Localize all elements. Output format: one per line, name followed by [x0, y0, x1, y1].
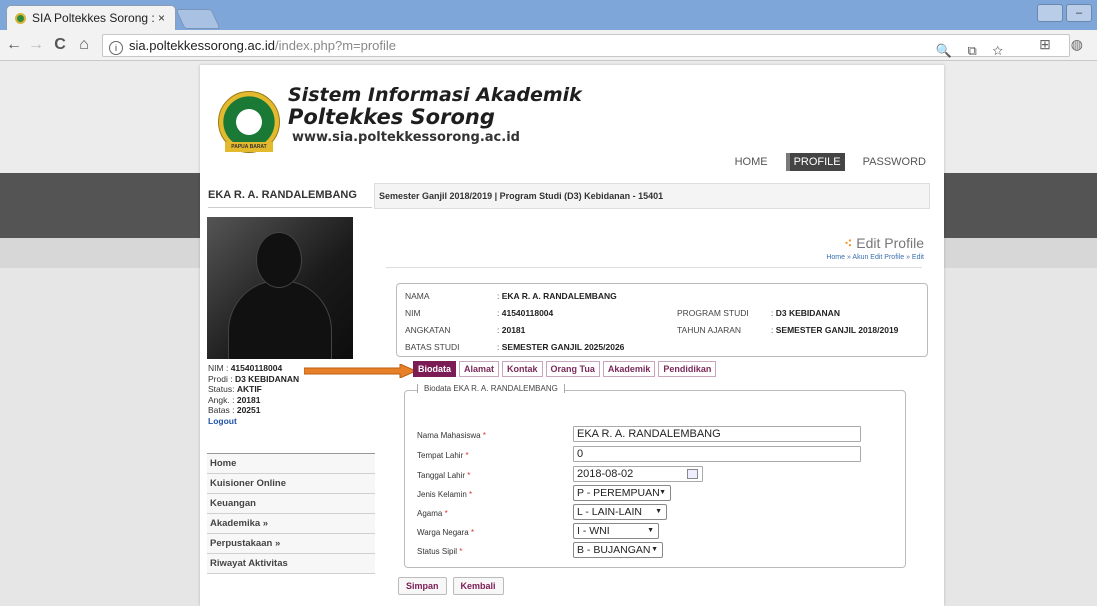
label-jk: Jenis Kelamin * [417, 490, 473, 499]
student-info-box: NAMA : EKA R. A. RANDALEMBANG NIM : 4154… [396, 283, 928, 357]
label-agama: Agama * [417, 509, 448, 518]
window-minimize-button[interactable]: – [1066, 4, 1092, 22]
form-buttons: Simpan Kembali [398, 577, 510, 595]
browser-toolbar: ← → C ⌂ i sia.poltekkessorong.ac.id/index… [0, 30, 1097, 61]
poltekkes-emblem-icon: PAPUA BARAT [218, 91, 280, 153]
tab-biodata[interactable]: Biodata [413, 361, 457, 377]
info-batas: BATAS STUDI [405, 342, 460, 352]
info-angkatan: ANGKATAN [405, 325, 451, 335]
reload-icon[interactable]: C [50, 36, 70, 54]
site-subtitle: Poltekkes Sorong [288, 105, 495, 129]
dropdown-arrow-icon: ▼ [659, 489, 666, 496]
tab-akademik[interactable]: Akademik [602, 361, 656, 377]
logout-link[interactable]: Logout [208, 416, 299, 427]
tab-orang-tua[interactable]: Orang Tua [545, 361, 600, 377]
sidebar-item-kuisioner[interactable]: Kuisioner Online [207, 473, 375, 493]
browser-tab-bar: SIA Poltekkes Sorong : × – [0, 0, 1097, 30]
site-url: www.sia.poltekkessorong.ac.id [292, 130, 520, 145]
sidebar-item-keuangan[interactable]: Keuangan [207, 493, 375, 513]
nav-home[interactable]: HOME [731, 154, 772, 170]
nama-input[interactable]: EKA R. A. RANDALEMBANG [573, 426, 861, 442]
back-icon[interactable]: ← [4, 36, 24, 54]
new-tab-button[interactable] [175, 9, 221, 29]
info-prodi: PROGRAM STUDI [677, 308, 749, 318]
summary-nim: NIM : 41540118004 [208, 363, 283, 373]
home-icon[interactable]: ⌂ [74, 36, 94, 54]
sidebar-item-akademika[interactable]: Akademika » [207, 513, 375, 533]
summary-status: Status: AKTIF [208, 384, 262, 394]
tab-title: SIA Poltekkes Sorong : [32, 11, 155, 25]
silhouette-body [229, 281, 331, 359]
label-sipil: Status Sipil * [417, 547, 463, 556]
sidebar-item-home[interactable]: Home [207, 453, 375, 473]
info-nim: NIM [405, 308, 421, 318]
divider [386, 267, 922, 268]
tempat-lahir-input[interactable]: 0 [573, 446, 861, 462]
tab-kontak[interactable]: Kontak [502, 361, 543, 377]
info-angkatan-value: : 20181 [497, 325, 526, 335]
browser-tab[interactable]: SIA Poltekkes Sorong : × [6, 5, 176, 30]
tanggal-lahir-input[interactable]: 2018-08-02 [573, 466, 703, 482]
omnibox-icons[interactable]: 🔍 ⧉ ☆ [936, 40, 1009, 61]
info-nama: NAMA [405, 291, 430, 301]
forward-icon[interactable]: → [26, 36, 46, 54]
summary-batas: Batas : 20251 [208, 405, 261, 415]
calendar-icon[interactable] [687, 469, 698, 479]
page-title: ⁖ Edit Profile [844, 235, 924, 251]
info-ta-value: : SEMESTER GANJIL 2018/2019 [771, 325, 899, 335]
tab-close-icon[interactable]: × [158, 11, 165, 25]
dropdown-arrow-icon: ▼ [647, 527, 654, 534]
status-sipil-select[interactable]: B - BUJANGAN ▼ [573, 542, 663, 558]
info-ta: TAHUN AJARAN [677, 325, 742, 335]
dropdown-arrow-icon: ▼ [651, 546, 658, 553]
fieldset-legend: Biodata EKA R. A. RANDALEMBANG [417, 384, 565, 393]
student-name-heading: EKA R. A. RANDALEMBANG [208, 189, 372, 208]
profile-photo-placeholder-icon [207, 217, 353, 359]
address-bar[interactable]: i sia.poltekkessorong.ac.id/index.php?m=p… [102, 34, 1070, 58]
profile-tabs: Biodata Alamat Kontak Orang Tua Akademik… [413, 361, 719, 377]
nav-password[interactable]: PASSWORD [859, 154, 930, 170]
student-summary: NIM : 41540118004 Prodi : D3 KEBIDANAN S… [208, 363, 299, 426]
info-batas-value: : SEMESTER GANJIL 2025/2026 [497, 342, 625, 352]
back-button[interactable]: Kembali [452, 577, 504, 595]
extension-icons[interactable]: ⊞ ◍ [1039, 36, 1091, 53]
label-nama: Nama Mahasiswa * [417, 431, 486, 440]
info-nim-value: : 41540118004 [497, 308, 554, 318]
label-tanggal: Tanggal Lahir * [417, 471, 471, 480]
site-favicon-icon [15, 12, 26, 24]
url-path: /index.php?m=profile [274, 38, 397, 53]
main-container: PAPUA BARAT Sistem Informasi Akademik Po… [200, 65, 944, 606]
site-info-icon[interactable]: i [109, 41, 123, 55]
biodata-fieldset: Biodata EKA R. A. RANDALEMBANG Nama Maha… [404, 384, 906, 568]
agama-select[interactable]: L - LAIN-LAIN ▼ [573, 504, 667, 520]
top-nav: HOME PROFILE PASSWORD [717, 153, 930, 171]
label-tempat: Tempat Lahir * [417, 451, 469, 460]
sidebar-menu: Home Kuisioner Online Keuangan Akademika… [207, 453, 375, 574]
info-prodi-value: : D3 KEBIDANAN [771, 308, 840, 318]
jenis-kelamin-select[interactable]: P - PEREMPUAN ▼ [573, 485, 671, 501]
title-dots-icon: ⁖ [844, 235, 853, 251]
breadcrumb[interactable]: Home » Akun Edit Profile » Edit [826, 254, 924, 261]
dropdown-arrow-icon: ▼ [655, 508, 662, 515]
summary-prodi: Prodi : D3 KEBIDANAN [208, 373, 300, 384]
orange-arrow-icon [304, 364, 416, 378]
semester-bar: Semester Ganjil 2018/2019 | Program Stud… [374, 183, 930, 209]
sidebar-item-riwayat[interactable]: Riwayat Aktivitas [207, 553, 375, 574]
emblem-ribbon: PAPUA BARAT [225, 142, 273, 152]
nav-profile[interactable]: PROFILE [785, 153, 845, 171]
site-title: Sistem Informasi Akademik [288, 84, 582, 106]
web-page: PAPUA BARAT Sistem Informasi Akademik Po… [0, 61, 1097, 606]
tab-pendidikan[interactable]: Pendidikan [658, 361, 717, 377]
sidebar-item-perpustakaan[interactable]: Perpustakaan » [207, 533, 375, 553]
warga-negara-select[interactable]: I - WNI ▼ [573, 523, 659, 539]
window-user-icon[interactable] [1037, 4, 1063, 22]
info-nama-value: : EKA R. A. RANDALEMBANG [497, 291, 617, 301]
label-wn: Warga Negara * [417, 528, 475, 537]
tab-alamat[interactable]: Alamat [459, 361, 500, 377]
save-button[interactable]: Simpan [398, 577, 447, 595]
url-host: sia.poltekkessorong.ac.id [129, 38, 275, 53]
silhouette-head [257, 233, 301, 287]
summary-angk: Angk. : 20181 [208, 394, 261, 405]
